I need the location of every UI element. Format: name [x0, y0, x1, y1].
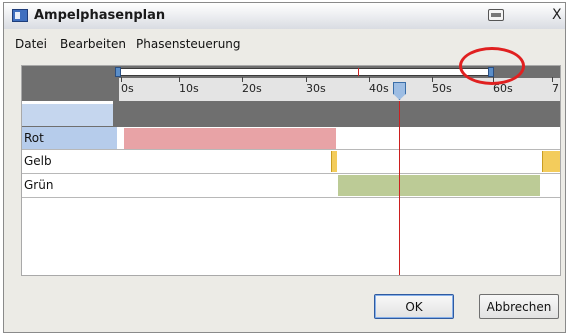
lane-divider: [22, 197, 560, 198]
tick-label: 20s: [242, 77, 262, 95]
header-corner-top: [22, 101, 113, 104]
lane-label-gruen: Grün: [24, 178, 54, 192]
range-handle-start[interactable]: [115, 67, 121, 77]
tick-label: 7: [552, 77, 559, 95]
phase-yellow[interactable]: [331, 151, 337, 172]
print-icon[interactable]: [488, 9, 504, 21]
ok-button[interactable]: OK: [374, 294, 454, 319]
lane-label-gelb: Gelb: [24, 154, 52, 168]
phase-yellow[interactable]: [542, 151, 560, 172]
phase-plan-panel: 0s 10s 20s 30s 40s 50s 60s 7 Rot Gelb Gr…: [21, 65, 561, 276]
phase-red[interactable]: [124, 128, 336, 149]
header-corner: [22, 101, 113, 126]
tick-label: 30s: [306, 77, 326, 95]
tick-label: 0s: [121, 77, 134, 95]
app-icon: [12, 9, 28, 22]
close-button[interactable]: X: [552, 7, 562, 23]
lane-label-rot: Rot: [22, 127, 117, 149]
cancel-button[interactable]: Abbrechen: [479, 294, 559, 319]
menu-phasensteuerung[interactable]: Phasensteuerung: [136, 37, 241, 51]
menu-bearbeiten[interactable]: Bearbeiten: [60, 37, 126, 51]
tick-label: 40s: [369, 77, 389, 95]
time-cursor-line: [399, 101, 400, 275]
phase-green[interactable]: [338, 175, 540, 196]
tick-label: 10s: [179, 77, 199, 95]
slider-marker: [358, 68, 359, 76]
tick-label: 50s: [432, 77, 452, 95]
highlight-circle: [459, 47, 525, 85]
menu-datei[interactable]: Datei: [15, 37, 47, 51]
window-title: Ampelphasenplan: [34, 8, 166, 23]
dialog-window: Ampelphasenplan X Datei Bearbeiten Phase…: [3, 2, 566, 333]
title-bar: Ampelphasenplan X: [4, 3, 565, 29]
zoom-range-slider[interactable]: [118, 68, 491, 76]
